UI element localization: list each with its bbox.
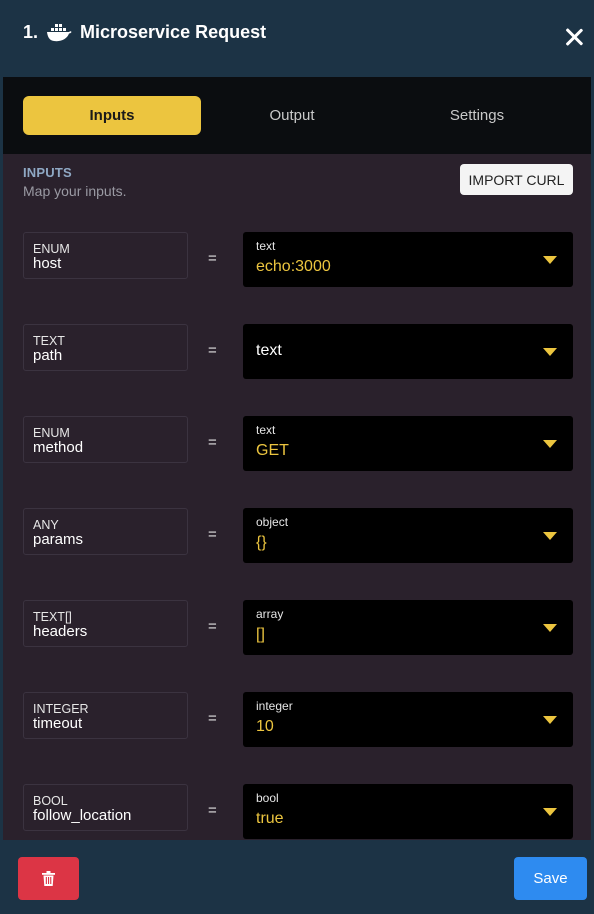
- equals-sign: =: [208, 434, 217, 451]
- close-icon[interactable]: [565, 28, 583, 46]
- input-type: TEXT[]: [33, 610, 72, 624]
- caret-down-icon: [543, 532, 557, 540]
- input-type: TEXT: [33, 334, 65, 348]
- tab-inputs[interactable]: Inputs: [23, 96, 201, 135]
- caret-down-icon: [543, 348, 557, 356]
- input-name: timeout: [33, 715, 83, 732]
- value-dropdown-params[interactable]: object {}: [243, 508, 573, 563]
- input-label: ENUM host: [23, 232, 188, 279]
- equals-sign: =: [208, 526, 217, 543]
- input-row-path: TEXT path = text: [23, 324, 573, 379]
- value-dropdown-timeout[interactable]: integer 10: [243, 692, 573, 747]
- equals-sign: =: [208, 250, 217, 267]
- input-label: TEXT path: [23, 324, 188, 371]
- input-type: ENUM: [33, 242, 70, 256]
- input-label: TEXT[] headers: [23, 600, 188, 647]
- input-row-params: ANY params = object {}: [23, 508, 573, 563]
- equals-sign: =: [208, 618, 217, 635]
- step-number: 1.: [23, 22, 39, 42]
- value-text: true: [256, 810, 284, 827]
- microservice-request-panel: 1. Microservice Request Inputs Output Se…: [3, 0, 591, 914]
- value-dropdown-headers[interactable]: array []: [243, 600, 573, 655]
- caret-down-icon: [543, 716, 557, 724]
- value-dropdown-host[interactable]: text echo:3000: [243, 232, 573, 287]
- value-type: bool: [256, 791, 279, 805]
- value-dropdown-path[interactable]: text: [243, 324, 573, 379]
- equals-sign: =: [208, 342, 217, 359]
- panel-title-text: Microservice Request: [80, 22, 267, 42]
- input-type: ENUM: [33, 426, 70, 440]
- input-label: INTEGER timeout: [23, 692, 188, 739]
- input-row-timeout: INTEGER timeout = integer 10: [23, 692, 573, 747]
- value-dropdown-follow-location[interactable]: bool true: [243, 784, 573, 839]
- value-type: object: [256, 515, 289, 529]
- caret-down-icon: [543, 808, 557, 816]
- input-name: host: [33, 255, 62, 272]
- value-text: text: [256, 342, 282, 359]
- value-text: 10: [256, 718, 274, 735]
- input-name: headers: [33, 623, 88, 640]
- value-type: text: [256, 239, 276, 253]
- save-button[interactable]: Save: [514, 857, 587, 900]
- input-type: ANY: [33, 518, 59, 532]
- value-type: integer: [256, 699, 293, 713]
- equals-sign: =: [208, 802, 217, 819]
- panel-footer: Save: [3, 840, 591, 914]
- delete-button[interactable]: [18, 857, 79, 900]
- input-row-method: ENUM method = text GET: [23, 416, 573, 471]
- caret-down-icon: [543, 440, 557, 448]
- equals-sign: =: [208, 710, 217, 727]
- input-name: follow_location: [33, 807, 132, 824]
- value-text: GET: [256, 442, 289, 459]
- input-name: path: [33, 347, 63, 364]
- tab-bar: Inputs Output Settings: [3, 77, 591, 154]
- input-label: ENUM method: [23, 416, 188, 463]
- input-name: method: [33, 439, 84, 456]
- docker-whale-icon: [47, 23, 72, 41]
- input-label: BOOL follow_location: [23, 784, 188, 831]
- input-name: params: [33, 531, 84, 548]
- panel-title: 1. Microservice Request: [23, 22, 266, 43]
- caret-down-icon: [543, 256, 557, 264]
- value-type: text: [256, 423, 276, 437]
- tab-output[interactable]: Output: [203, 96, 381, 135]
- input-type: INTEGER: [33, 702, 89, 716]
- section-subtitle: Map your inputs.: [23, 183, 127, 199]
- import-curl-button[interactable]: IMPORT CURL: [460, 164, 573, 195]
- input-label: ANY params: [23, 508, 188, 555]
- trash-icon: [42, 871, 55, 886]
- value-text: []: [256, 626, 265, 643]
- value-text: {}: [256, 534, 267, 551]
- value-dropdown-method[interactable]: text GET: [243, 416, 573, 471]
- section-title: INPUTS: [23, 165, 72, 180]
- value-type: array: [256, 607, 284, 621]
- panel-header: 1. Microservice Request: [3, 0, 591, 77]
- tab-settings[interactable]: Settings: [388, 96, 566, 135]
- input-row-follow-location: BOOL follow_location = bool true: [23, 784, 573, 839]
- input-row-host: ENUM host = text echo:3000: [23, 232, 573, 287]
- value-text: echo:3000: [256, 258, 331, 275]
- input-type: BOOL: [33, 794, 68, 808]
- caret-down-icon: [543, 624, 557, 632]
- input-row-headers: TEXT[] headers = array []: [23, 600, 573, 655]
